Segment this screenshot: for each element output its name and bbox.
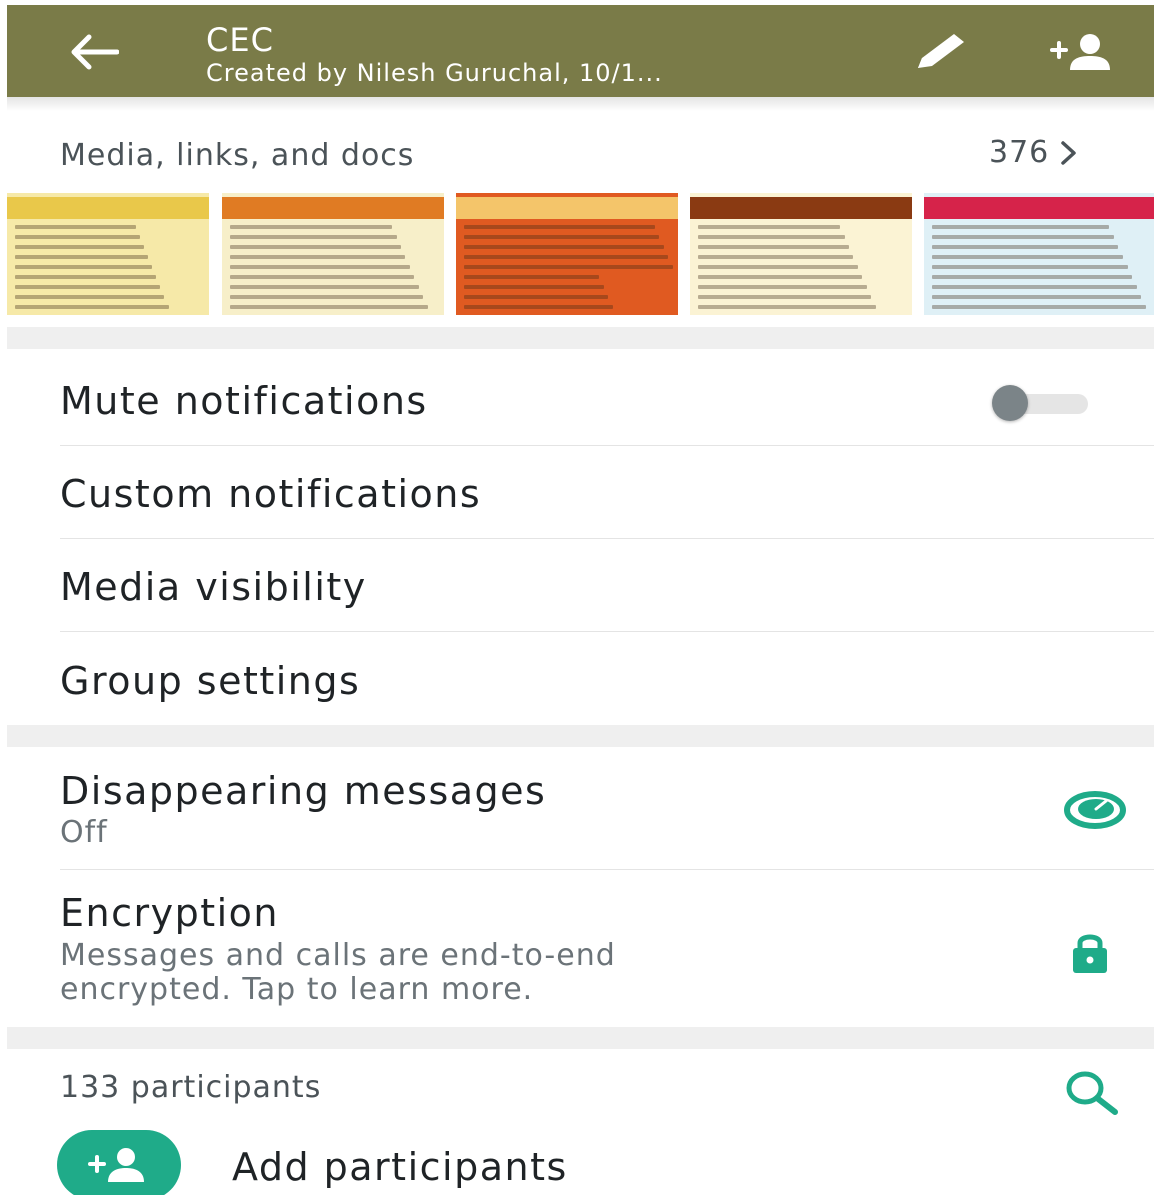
thumbnail-text-line (932, 225, 1110, 229)
timer-icon (1064, 791, 1126, 829)
thumbnail-banner (690, 197, 912, 219)
group-info-screen: CEC Created by Nilesh Guruchal, 10/1... … (7, 5, 1154, 1195)
thumbnail-text-line (932, 305, 1146, 309)
thumbnail-text-line (932, 245, 1119, 249)
custom-notifications-item[interactable]: Custom notifications (60, 472, 481, 516)
media-thumbnail[interactable] (456, 193, 678, 315)
thumbnail-text-line (698, 275, 863, 279)
thumbnail-text-line (464, 295, 609, 299)
group-settings-item[interactable]: Group settings (60, 659, 360, 703)
encryption-description-line1: Messages and calls are end-to-end (60, 938, 616, 973)
add-participants-item[interactable]: Add participants (232, 1145, 568, 1189)
participants-count: 133 participants (60, 1070, 322, 1105)
app-header: CEC Created by Nilesh Guruchal, 10/1... (7, 5, 1154, 97)
section-gap (7, 1027, 1154, 1049)
back-arrow-icon (71, 34, 119, 70)
thumbnail-text-line (230, 275, 415, 279)
section-gap (7, 725, 1154, 747)
back-button[interactable] (63, 27, 123, 77)
mute-notifications-label[interactable]: Mute notifications (60, 379, 428, 423)
add-participants-avatar[interactable] (57, 1130, 181, 1195)
thumbnail-text-line (230, 295, 424, 299)
thumbnail-text-line (464, 235, 660, 239)
thumbnail-text-line (932, 295, 1142, 299)
thumbnail-text-line (15, 245, 145, 249)
thumbnail-text-line (230, 305, 428, 309)
thumbnail-text-line (932, 255, 1123, 259)
media-thumbnail[interactable] (690, 193, 912, 315)
thumbnail-text-line (464, 245, 664, 249)
thumbnail-text-line (15, 265, 153, 269)
header-shadow (7, 97, 1154, 111)
disappearing-messages-item[interactable]: Disappearing messages (60, 769, 546, 813)
add-person-icon (88, 1148, 144, 1182)
thumbnail-text-line (15, 305, 169, 309)
thumbnail-text-line (230, 255, 406, 259)
thumbnail-text-line (698, 285, 867, 289)
thumbnail-text-line (698, 245, 849, 249)
thumbnail-text-line (464, 265, 673, 269)
chevron-right-icon (1061, 140, 1077, 165)
thumbnail-text-line (464, 255, 669, 259)
thumbnail-text-line (464, 285, 604, 289)
thumbnail-text-line (932, 235, 1114, 239)
thumbnail-text-line (464, 275, 600, 279)
thumbnail-banner (7, 197, 209, 219)
thumbnail-text-line (698, 255, 854, 259)
thumbnail-text-line (698, 265, 858, 269)
divider (60, 631, 1154, 632)
thumbnail-text-line (698, 305, 876, 309)
toggle-knob (992, 385, 1028, 421)
thumbnail-text-line (15, 275, 157, 279)
add-person-icon (1050, 34, 1110, 70)
media-thumbnail[interactable] (222, 193, 444, 315)
thumbnail-text-line (15, 255, 149, 259)
thumbnail-text-line (464, 305, 613, 309)
media-section-label[interactable]: Media, links, and docs (60, 138, 414, 173)
media-visibility-item[interactable]: Media visibility (60, 565, 367, 609)
thumbnail-text-line (15, 295, 165, 299)
thumbnail-text-line (698, 225, 841, 229)
thumbnail-text-line (698, 235, 845, 239)
thumbnail-text-line (230, 225, 393, 229)
thumbnail-banner (222, 197, 444, 219)
media-count[interactable]: 376 (989, 135, 1079, 170)
search-icon[interactable] (1057, 1068, 1127, 1116)
thumbnail-text-line (932, 275, 1133, 279)
add-participant-header-button[interactable] (1043, 27, 1123, 77)
media-thumbnails (7, 193, 1154, 315)
thumbnail-text-line (230, 285, 419, 289)
thumbnail-text-line (464, 225, 655, 229)
disappearing-messages-value: Off (60, 815, 108, 850)
thumbnail-banner (924, 197, 1154, 219)
thumbnail-text-line (230, 265, 410, 269)
mute-notifications-toggle[interactable] (992, 385, 1092, 421)
media-thumbnail[interactable] (924, 193, 1154, 315)
encryption-item[interactable]: Encryption (60, 891, 279, 935)
thumbnail-text-line (230, 235, 397, 239)
media-count-value: 376 (989, 135, 1050, 170)
group-title[interactable]: CEC (206, 21, 274, 59)
media-thumbnail[interactable] (7, 193, 209, 315)
thumbnail-text-line (932, 265, 1128, 269)
thumbnail-text-line (15, 235, 141, 239)
thumbnail-text-line (698, 295, 872, 299)
divider (60, 445, 1154, 446)
thumbnail-text-line (230, 245, 401, 249)
thumbnail-text-line (932, 285, 1137, 289)
lock-icon (1073, 934, 1107, 973)
encryption-description-line2: encrypted. Tap to learn more. (60, 972, 534, 1007)
divider (60, 538, 1154, 539)
edit-button[interactable] (907, 27, 977, 77)
thumbnail-banner (456, 197, 678, 219)
thumbnail-text-line (15, 225, 137, 229)
section-gap (7, 327, 1154, 349)
pencil-icon (918, 34, 964, 68)
thumbnail-text-line (15, 285, 161, 289)
group-subtitle: Created by Nilesh Guruchal, 10/1... (206, 59, 663, 87)
divider (60, 869, 1154, 870)
